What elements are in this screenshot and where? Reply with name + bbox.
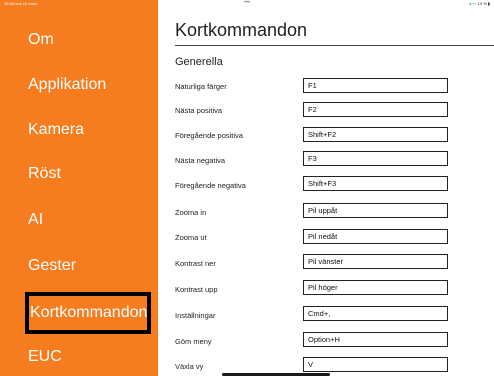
battery-icon: ▮ xyxy=(487,1,490,6)
shortcut-label: Zooma in xyxy=(175,208,207,217)
sidebar-item-om[interactable]: Om xyxy=(28,31,54,49)
shortcut-field[interactable] xyxy=(303,229,448,244)
shortcut-field[interactable] xyxy=(303,127,448,142)
sidebar-item-label: Kortkommandon xyxy=(30,304,148,321)
sidebar-item-kamera[interactable]: Kamera xyxy=(28,121,84,139)
shortcut-field[interactable] xyxy=(303,306,448,321)
shortcut-label: Kontrast upp xyxy=(175,285,218,294)
shortcut-field[interactable] xyxy=(303,332,448,347)
shortcut-label: Zooma ut xyxy=(175,233,207,242)
shortcut-label: Göm meny xyxy=(175,337,212,346)
section-heading: Generella xyxy=(175,56,223,68)
page-title: Kortkommandon xyxy=(175,20,308,40)
shortcut-label: Nästa negativa xyxy=(175,156,226,165)
wifi-icon: ● ᯤ xyxy=(469,1,477,6)
sidebar-item-gester[interactable]: Gester xyxy=(28,257,76,275)
shortcut-field[interactable] xyxy=(303,151,448,166)
shortcut-field[interactable] xyxy=(303,280,448,295)
sidebar-item-rost[interactable]: Röst xyxy=(28,165,61,183)
sidebar-item-euc[interactable]: EUC xyxy=(28,348,62,366)
title-divider xyxy=(175,45,494,46)
sidebar-item-kortkommandon[interactable]: Kortkommandon xyxy=(25,292,151,334)
shortcut-field[interactable] xyxy=(303,102,448,117)
shortcut-label: Naturliga färger xyxy=(175,82,227,91)
status-indicators: ● ᯤ 13 % ▮ xyxy=(469,1,490,7)
shortcut-field[interactable] xyxy=(303,176,448,191)
shortcut-field[interactable] xyxy=(303,254,448,269)
sidebar-item-applikation[interactable]: Applikation xyxy=(28,76,106,94)
shortcut-label: Kontrast ner xyxy=(175,259,216,268)
battery-percent: 13 % xyxy=(477,1,487,6)
shortcut-label: Inställningar xyxy=(175,311,216,320)
shortcut-field[interactable] xyxy=(303,357,448,372)
sidebar-item-ai[interactable]: AI xyxy=(28,211,43,229)
shortcut-field[interactable] xyxy=(303,78,448,93)
shortcut-label: Nästa positiva xyxy=(175,106,223,115)
multitasking-dots[interactable]: ••• xyxy=(0,0,494,6)
sidebar: 15:48 ons 12 mars Om Applikation Kamera … xyxy=(0,0,158,376)
shortcut-field[interactable] xyxy=(303,203,448,218)
shortcut-label: Växla vy xyxy=(175,362,204,371)
shortcut-label: Föregående negativa xyxy=(175,181,246,190)
shortcut-label: Föregående positiva xyxy=(175,131,243,140)
